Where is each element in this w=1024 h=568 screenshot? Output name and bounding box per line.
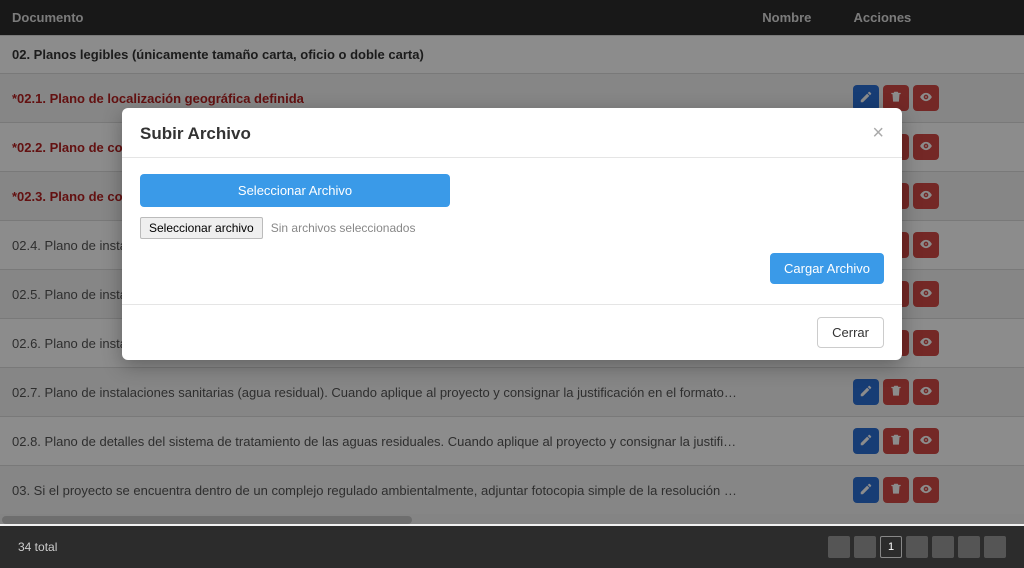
pager-page-1[interactable]: 1 bbox=[880, 536, 902, 558]
modal-footer: Cerrar bbox=[122, 304, 902, 360]
modal-close-button[interactable]: × bbox=[872, 122, 884, 145]
total-count: 34 total bbox=[18, 540, 57, 554]
pager-next2[interactable] bbox=[932, 536, 954, 558]
pager-next[interactable] bbox=[906, 536, 928, 558]
modal-overlay[interactable]: Subir Archivo × Seleccionar Archivo Sele… bbox=[0, 0, 1024, 524]
upload-modal: Subir Archivo × Seleccionar Archivo Sele… bbox=[122, 108, 902, 360]
pager-first[interactable] bbox=[828, 536, 850, 558]
select-file-button[interactable]: Seleccionar Archivo bbox=[140, 174, 450, 207]
close-button[interactable]: Cerrar bbox=[817, 317, 884, 348]
pager: 1 bbox=[828, 536, 1006, 558]
pager-next3[interactable] bbox=[958, 536, 980, 558]
upload-button[interactable]: Cargar Archivo bbox=[770, 253, 884, 284]
close-icon: × bbox=[872, 122, 884, 144]
modal-body: Seleccionar Archivo Seleccionar archivo … bbox=[122, 158, 902, 304]
footer-bar: 34 total 1 bbox=[0, 526, 1024, 568]
file-input-row: Seleccionar archivo Sin archivos selecci… bbox=[140, 217, 884, 239]
modal-title: Subir Archivo bbox=[140, 124, 251, 144]
pager-prev[interactable] bbox=[854, 536, 876, 558]
modal-header: Subir Archivo × bbox=[122, 108, 902, 158]
modal-actions: Cargar Archivo bbox=[140, 253, 884, 284]
native-file-button[interactable]: Seleccionar archivo bbox=[140, 217, 263, 239]
file-status-text: Sin archivos seleccionados bbox=[271, 221, 416, 235]
pager-last[interactable] bbox=[984, 536, 1006, 558]
